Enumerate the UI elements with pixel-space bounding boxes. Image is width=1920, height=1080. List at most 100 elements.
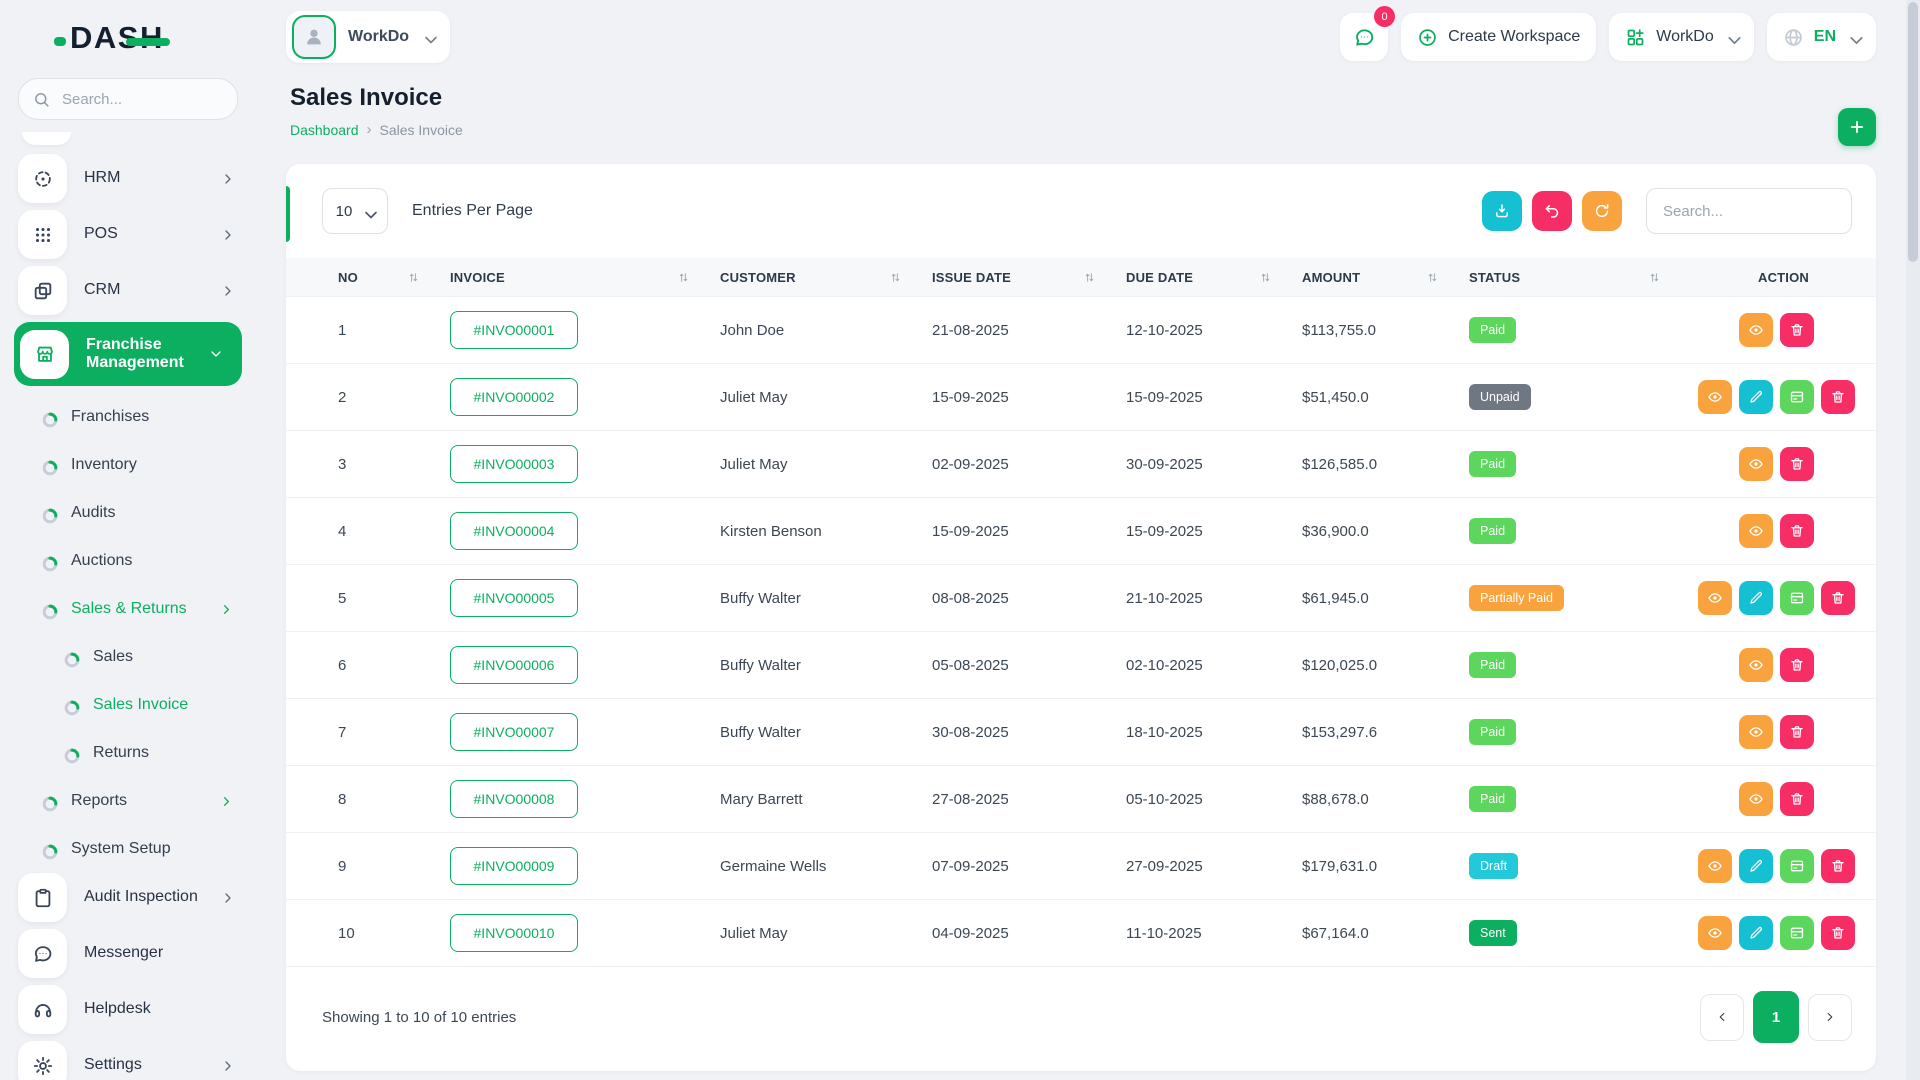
sidebar-item-sales[interactable]: Sales [18, 633, 244, 681]
sidebar-item-settings[interactable]: Settings [18, 1041, 244, 1080]
pagination-page-1-button[interactable]: 1 [1753, 991, 1799, 1043]
view-button[interactable] [1698, 916, 1732, 950]
eye-icon [1707, 858, 1723, 874]
delete-button[interactable] [1821, 581, 1855, 615]
column-header-amount[interactable]: AMOUNT [1302, 258, 1469, 297]
cell-no: 1 [286, 297, 450, 364]
column-header-invoice[interactable]: INVOICE [450, 258, 720, 297]
delete-button[interactable] [1821, 916, 1855, 950]
sidebar-item-audits[interactable]: Audits [18, 489, 244, 537]
page-scrollbar-thumb[interactable] [1908, 2, 1918, 262]
invoice-link[interactable]: #INVO00003 [450, 445, 578, 483]
entries-per-page-select[interactable]: 10 [322, 188, 388, 234]
view-button[interactable] [1739, 782, 1773, 816]
sidebar-item-helpdesk[interactable]: Helpdesk [18, 985, 244, 1034]
table-search-input[interactable] [1646, 188, 1852, 234]
sidebar-item-sales-invoice[interactable]: Sales Invoice [18, 681, 244, 729]
delete-button[interactable] [1780, 715, 1814, 749]
payment-button[interactable] [1780, 849, 1814, 883]
view-button[interactable] [1698, 380, 1732, 414]
sidebar-item-sales-returns[interactable]: Sales & Returns [18, 585, 244, 633]
delete-button[interactable] [1780, 514, 1814, 548]
messages-button[interactable]: 0 [1340, 13, 1388, 61]
invoice-link[interactable]: #INVO00008 [450, 780, 578, 818]
cell-issue-date: 05-08-2025 [932, 632, 1126, 699]
sidebar-item-auctions[interactable]: Auctions [18, 537, 244, 585]
create-workspace-label: Create Workspace [1448, 28, 1580, 46]
sidebar-search-input[interactable] [60, 90, 223, 109]
column-label: CUSTOMER [720, 270, 796, 285]
language-selector[interactable]: EN [1767, 13, 1876, 61]
invoice-link[interactable]: #INVO00004 [450, 512, 578, 550]
sidebar-item-inventory[interactable]: Inventory [18, 441, 244, 489]
delete-button[interactable] [1780, 648, 1814, 682]
column-header-issue-date[interactable]: ISSUE DATE [932, 258, 1126, 297]
invoice-link[interactable]: #INVO00001 [450, 311, 578, 349]
sidebar-item-hrm[interactable]: HRM [18, 154, 244, 203]
add-invoice-button[interactable] [1838, 108, 1876, 146]
edit-button[interactable] [1739, 916, 1773, 950]
invoice-link[interactable]: #INVO00010 [450, 914, 578, 952]
sidebar-item-crm[interactable]: CRM [18, 266, 244, 315]
column-header-due-date[interactable]: DUE DATE [1126, 258, 1302, 297]
sort-icon [1259, 271, 1272, 284]
reset-filter-button[interactable] [1532, 191, 1572, 231]
sidebar-item-messenger[interactable]: Messenger [18, 929, 244, 978]
column-header-customer[interactable]: CUSTOMER [720, 258, 932, 297]
edit-button[interactable] [1739, 581, 1773, 615]
export-button[interactable] [1482, 191, 1522, 231]
delete-button[interactable] [1780, 447, 1814, 481]
page-scrollbar[interactable] [1906, 0, 1920, 1080]
edit-button[interactable] [1739, 849, 1773, 883]
sidebar-item-label: CRM [84, 281, 203, 299]
sidebar-item-pos[interactable]: POS [18, 210, 244, 259]
issue-date: 05-08-2025 [932, 657, 1009, 674]
table-row: 5#INVO00005Buffy Walter08-08-202521-10-2… [286, 565, 1876, 632]
view-button[interactable] [1739, 447, 1773, 481]
payment-button[interactable] [1780, 916, 1814, 950]
invoice-link[interactable]: #INVO00007 [450, 713, 578, 751]
sidebar-item-franchise-management[interactable]: Franchise Management [14, 322, 242, 386]
ring-icon-wrap [40, 410, 55, 425]
breadcrumb-dashboard-link[interactable]: Dashboard [290, 122, 359, 138]
chevron-right-icon [220, 283, 236, 299]
issue-date: 07-09-2025 [932, 858, 1009, 875]
sidebar-item-label: Franchise Management [86, 336, 191, 373]
sidebar-item-audit-inspection[interactable]: Audit Inspection [18, 873, 244, 922]
sidebar-search [18, 78, 238, 120]
app-logo[interactable]: DASH [0, 0, 256, 76]
invoice-link[interactable]: #INVO00002 [450, 378, 578, 416]
ring-icon [62, 746, 82, 766]
payment-button[interactable] [1780, 380, 1814, 414]
view-button[interactable] [1698, 849, 1732, 883]
delete-button[interactable] [1780, 782, 1814, 816]
invoice-link[interactable]: #INVO00009 [450, 847, 578, 885]
delete-button[interactable] [1821, 849, 1855, 883]
sidebar-item-franchises[interactable]: Franchises [18, 393, 244, 441]
sidebar-item-reports[interactable]: Reports [18, 777, 244, 825]
invoice-link[interactable]: #INVO00005 [450, 579, 578, 617]
payment-button[interactable] [1780, 581, 1814, 615]
pagination-prev-button[interactable] [1700, 994, 1744, 1041]
view-button[interactable] [1739, 648, 1773, 682]
row-number: 4 [338, 523, 346, 540]
edit-button[interactable] [1739, 380, 1773, 414]
sidebar-item-system-setup[interactable]: System Setup [18, 825, 244, 873]
view-button[interactable] [1739, 514, 1773, 548]
view-button[interactable] [1698, 581, 1732, 615]
view-button[interactable] [1739, 715, 1773, 749]
view-button[interactable] [1739, 313, 1773, 347]
column-header-no[interactable]: NO [286, 258, 450, 297]
sidebar-item-returns[interactable]: Returns [18, 729, 244, 777]
workspace-selector[interactable]: WorkDo [286, 11, 450, 63]
reload-button[interactable] [1582, 191, 1622, 231]
delete-button[interactable] [1780, 313, 1814, 347]
chevron-right-icon-wrap [1823, 1010, 1837, 1024]
create-workspace-button[interactable]: Create Workspace [1401, 13, 1596, 61]
pagination-next-button[interactable] [1808, 994, 1852, 1041]
account-switcher[interactable]: WorkDo [1609, 13, 1754, 61]
invoice-link[interactable]: #INVO00006 [450, 646, 578, 684]
entries-per-page-label: Entries Per Page [412, 202, 533, 220]
column-header-status[interactable]: STATUS [1469, 258, 1691, 297]
delete-button[interactable] [1821, 380, 1855, 414]
